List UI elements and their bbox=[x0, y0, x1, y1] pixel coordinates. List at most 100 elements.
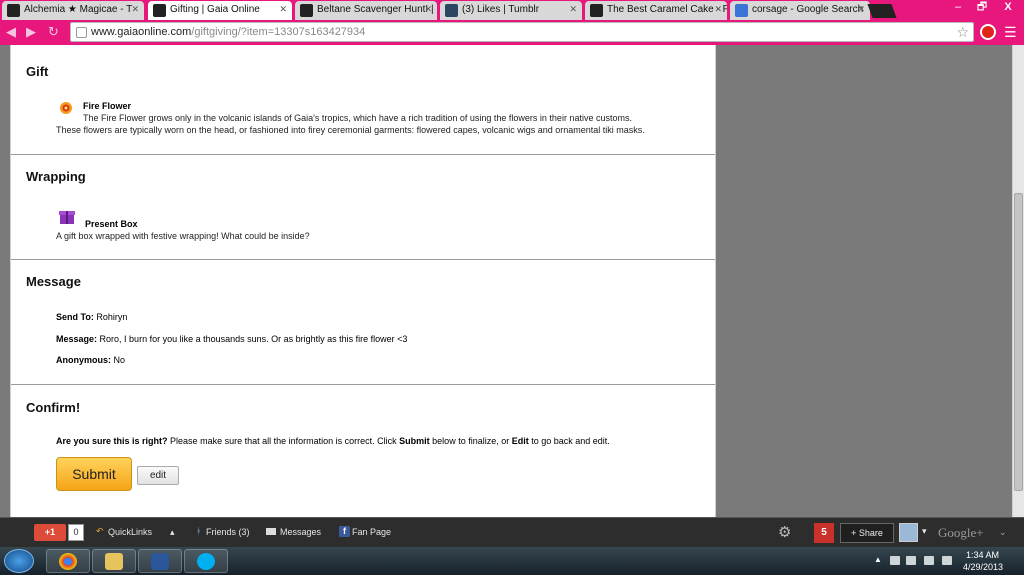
plus-one-count: 0 bbox=[68, 524, 84, 541]
page-scrollbar[interactable] bbox=[1012, 45, 1024, 517]
reload-icon[interactable]: ↻ bbox=[48, 24, 59, 40]
chrome-icon bbox=[59, 553, 77, 570]
clock-time[interactable]: 1:34 AM bbox=[966, 550, 999, 560]
network-icon[interactable] bbox=[924, 556, 934, 565]
confirm-instructions: Are you sure this is right? Please make … bbox=[56, 436, 610, 446]
speaker-icon[interactable] bbox=[942, 556, 952, 565]
send-to-label: Send To: bbox=[56, 312, 94, 322]
tab-label: Gifting | Gaia Online bbox=[170, 4, 260, 15]
tab-tumblr[interactable]: (3) Likes | Tumblr ✕ bbox=[440, 1, 582, 20]
chevron-up-icon[interactable]: ▴ bbox=[170, 527, 175, 538]
tab-gifting[interactable]: Gifting | Gaia Online ✕ bbox=[148, 1, 292, 20]
tab-label: The Best Caramel Cake - F bbox=[607, 4, 727, 15]
taskbar-word[interactable] bbox=[138, 549, 182, 573]
gear-icon[interactable]: ⚙ bbox=[778, 523, 791, 541]
facebook-icon: f bbox=[339, 526, 350, 537]
tab-label: Beltane Scavenger Hunt! | bbox=[317, 4, 434, 15]
section-title: Message bbox=[26, 274, 81, 289]
taskbar-chrome[interactable] bbox=[46, 549, 90, 573]
confirm-text-a: Please make sure that all the informatio… bbox=[170, 436, 397, 446]
scrollbar-thumb[interactable] bbox=[1014, 193, 1023, 491]
gift-description-cont: These flowers are typically worn on the … bbox=[56, 125, 645, 135]
skype-icon bbox=[197, 553, 215, 570]
confirm-section: Confirm! Are you sure this is right? Ple… bbox=[11, 385, 715, 515]
url-host: www.gaiaonline.com bbox=[91, 26, 192, 38]
send-to-row: Send To: Rohiryn bbox=[56, 312, 127, 322]
tab-close-icon[interactable]: ✕ bbox=[569, 4, 577, 15]
anonymous-row: Anonymous: No bbox=[56, 355, 125, 365]
confirm-submit-word: Submit bbox=[399, 436, 430, 446]
confirm-question: Are you sure this is right? bbox=[56, 436, 168, 446]
tab-alchemia[interactable]: Alchemia ★ Magicae - T ✕ bbox=[2, 1, 144, 20]
quicklinks-link[interactable]: QuickLinks bbox=[108, 527, 152, 537]
menu-icon[interactable]: ☰ bbox=[1004, 24, 1017, 41]
friends-icon: ᚼ bbox=[196, 526, 202, 536]
forward-arrow-icon[interactable]: ▶ bbox=[26, 24, 36, 40]
expand-chevron-icon[interactable]: ⌄ bbox=[999, 527, 1007, 538]
send-to-value: Rohiryn bbox=[96, 312, 128, 322]
gift-content-panel: Gift Fire Flower The Fire Flower grows o… bbox=[10, 45, 716, 517]
avatar[interactable] bbox=[899, 523, 918, 542]
tab-close-icon[interactable]: ✕ bbox=[424, 4, 432, 15]
friends-link[interactable]: Friends (3) bbox=[206, 527, 250, 537]
show-hidden-icons[interactable]: ▲ bbox=[874, 555, 882, 564]
maximize-button[interactable]: 🗗 bbox=[970, 0, 994, 16]
messages-link[interactable]: Messages bbox=[280, 527, 321, 537]
close-window-button[interactable]: X bbox=[994, 0, 1022, 16]
address-bar[interactable]: www.gaiaonline.com/giftgiving/?item=1330… bbox=[70, 22, 974, 42]
url-text[interactable]: www.gaiaonline.com/giftgiving/?item=1330… bbox=[91, 26, 365, 38]
new-tab-button[interactable] bbox=[867, 4, 897, 18]
google-plus-one-button[interactable]: +1 bbox=[34, 524, 66, 541]
gift-description: The Fire Flower grows only in the volcan… bbox=[83, 113, 632, 123]
share-button[interactable]: + Share bbox=[840, 523, 894, 543]
tab-caramel-cake[interactable]: The Best Caramel Cake - F ✕ bbox=[585, 1, 727, 20]
fire-flower-icon bbox=[60, 102, 72, 114]
tab-label: (3) Likes | Tumblr bbox=[462, 4, 540, 15]
folder-icon bbox=[105, 553, 123, 570]
wrapping-item-name: Present Box bbox=[85, 219, 138, 229]
clock-date[interactable]: 4/29/2013 bbox=[963, 562, 1003, 572]
extension-icon[interactable] bbox=[980, 24, 996, 40]
section-title: Gift bbox=[26, 64, 49, 79]
notification-badge[interactable]: 5 bbox=[814, 523, 834, 543]
wrapping-description: A gift box wrapped with festive wrapping… bbox=[56, 231, 310, 241]
gift-item-name: Fire Flower bbox=[83, 101, 132, 111]
quicklinks-icon: ↶ bbox=[96, 526, 104, 536]
message-section: Message Send To: Rohiryn Message: Roro, … bbox=[11, 260, 715, 385]
tab-label: Alchemia ★ Magicae - T bbox=[24, 4, 133, 15]
submit-button[interactable]: Submit bbox=[56, 457, 132, 491]
tab-label: corsage - Google Search bbox=[752, 4, 864, 15]
tab-beltane[interactable]: Beltane Scavenger Hunt! | ✕ bbox=[295, 1, 437, 20]
gaia-icon bbox=[300, 4, 313, 17]
power-icon[interactable] bbox=[906, 556, 916, 565]
page-info-icon[interactable] bbox=[76, 27, 87, 38]
envelope-icon bbox=[266, 528, 276, 535]
tab-google-search[interactable]: corsage - Google Search ✕ bbox=[730, 1, 870, 20]
caret-down-icon[interactable]: ▾ bbox=[922, 526, 927, 537]
gaia-bottom-bar: +1 0 ↶ QuickLinks ▴ ᚼ Friends (3) Messag… bbox=[0, 517, 1024, 547]
taskbar-skype[interactable] bbox=[184, 549, 228, 573]
section-title: Wrapping bbox=[26, 169, 86, 184]
start-button[interactable] bbox=[4, 549, 34, 573]
minimize-button[interactable]: – bbox=[946, 0, 970, 16]
fan-page-link[interactable]: Fan Page bbox=[352, 527, 391, 537]
tab-strip: Alchemia ★ Magicae - T ✕ Gifting | Gaia … bbox=[0, 0, 1024, 20]
tab-close-icon[interactable]: ✕ bbox=[714, 4, 722, 15]
google-plus-label[interactable]: Google+ bbox=[938, 525, 984, 541]
tab-close-icon[interactable]: ✕ bbox=[279, 4, 287, 15]
edit-button[interactable]: edit bbox=[137, 466, 179, 485]
back-arrow-icon[interactable]: ◀ bbox=[6, 24, 16, 40]
wrapping-section: Wrapping Present Box A gift box wrapped … bbox=[11, 155, 715, 260]
tumblr-icon bbox=[445, 4, 458, 17]
section-title: Confirm! bbox=[26, 400, 81, 415]
page-icon bbox=[590, 4, 603, 17]
message-label: Message: bbox=[56, 334, 98, 344]
present-box-icon bbox=[59, 211, 75, 224]
tab-close-icon[interactable]: ✕ bbox=[131, 4, 139, 15]
action-center-flag-icon[interactable] bbox=[890, 556, 900, 565]
taskbar-file-explorer[interactable] bbox=[92, 549, 136, 573]
url-path: /giftgiving/?item=13307s163427934 bbox=[191, 26, 366, 38]
anonymous-value: No bbox=[113, 355, 126, 365]
bookmark-star-icon[interactable]: ☆ bbox=[956, 24, 969, 41]
tab-close-icon[interactable]: ✕ bbox=[857, 4, 865, 15]
